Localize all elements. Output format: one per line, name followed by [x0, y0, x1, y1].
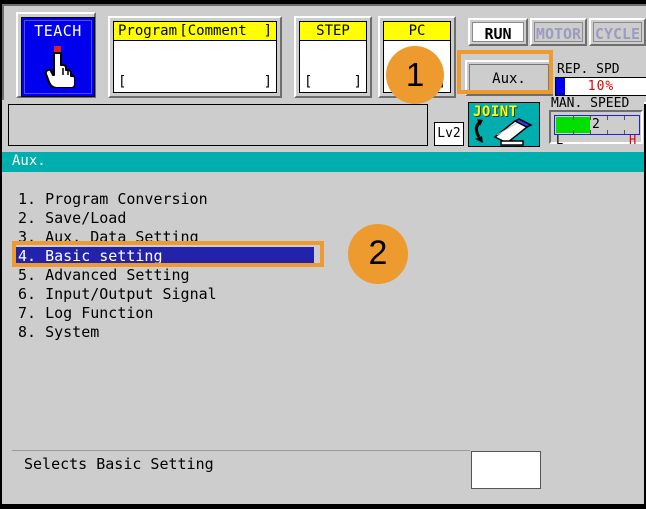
step-field-caption: STEP: [300, 22, 366, 41]
bottom-bar: Selects Basic Setting: [2, 438, 644, 504]
man-speed-tick: [607, 116, 608, 120]
menu-item-system[interactable]: 8. System: [2, 323, 644, 342]
menu-item-basic-setting[interactable]: 4. Basic setting: [16, 247, 314, 266]
teach-pendant-screen: TEACH Program [Comment ] [] STEP [] PC…: [0, 0, 646, 509]
motor-status-button[interactable]: MOTOR: [530, 18, 587, 46]
rep-speed-bar[interactable]: 10%: [555, 77, 646, 96]
man-speed-value: 2: [592, 117, 600, 132]
bottom-divider: [12, 450, 470, 451]
man-speed-tick: [590, 130, 591, 134]
panel-title-bar: Aux.: [2, 152, 644, 172]
menu-item-save-load[interactable]: 2. Save/Load: [2, 209, 644, 228]
program-caption-left: Program: [118, 23, 178, 39]
rep-speed-label: REP. SPD: [557, 62, 620, 77]
program-value-left: [: [118, 74, 127, 90]
menu-item-log-function[interactable]: 7. Log Function: [2, 304, 644, 323]
man-speed-widget[interactable]: 2 L H: [549, 110, 643, 147]
annotation-badge-2: 2: [348, 224, 408, 284]
step-value-left: [: [304, 74, 313, 90]
entry-box[interactable]: [471, 451, 541, 489]
header-bar: TEACH Program [Comment ] [] STEP [] PC…: [2, 4, 646, 104]
cycle-status-label: CYCLE: [594, 25, 641, 43]
cycle-status-face: CYCLE: [593, 22, 642, 43]
teach-mode-key[interactable]: TEACH: [16, 12, 96, 98]
program-caption-right: [Comment ]: [179, 23, 272, 39]
man-speed-bar: 2: [554, 115, 640, 135]
menu-item-advanced-setting[interactable]: 5. Advanced Setting: [2, 266, 644, 285]
run-status-face: RUN: [472, 22, 524, 43]
step-field-inner: STEP [ ]: [299, 21, 367, 93]
message-box: [8, 104, 428, 146]
pointing-hand-icon: [22, 44, 94, 89]
man-speed-tick: [624, 116, 625, 120]
step-field[interactable]: STEP [ ]: [294, 16, 372, 98]
man-speed-tick: [573, 130, 574, 134]
menu-item-input-output-signal[interactable]: 6. Input/Output Signal: [2, 285, 644, 304]
program-field-value: [ ]: [118, 74, 272, 90]
level-indicator[interactable]: Lv2: [434, 122, 464, 146]
man-speed-tick: [624, 130, 625, 134]
teach-key-face: TEACH: [21, 17, 95, 97]
program-field[interactable]: Program [Comment ] [ ]: [108, 16, 282, 98]
teach-key-label: TEACH: [34, 22, 82, 40]
program-field-caption: Program [Comment ]: [114, 22, 276, 41]
robot-arm-icon: [471, 117, 539, 146]
aux-menu-list: 1. Program Conversion 2. Save/Load 3. Au…: [2, 190, 644, 342]
rep-speed-value: 10%: [587, 79, 615, 94]
annotation-badge-1: 1: [386, 46, 444, 104]
program-field-inner: Program [Comment ] [ ]: [113, 21, 277, 93]
aux-button-label: Aux.: [469, 64, 549, 92]
man-speed-low-label: L: [556, 133, 564, 147]
hint-text: Selects Basic Setting: [24, 455, 214, 473]
motor-status-label: MOTOR: [535, 25, 582, 43]
run-status-label: RUN: [484, 25, 512, 43]
page-title: Aux.: [12, 153, 46, 169]
aux-button[interactable]: Aux.: [465, 60, 553, 96]
motion-mode-indicator[interactable]: JOINT: [468, 102, 540, 147]
program-value-right: ]: [263, 74, 272, 90]
man-speed-tick: [573, 116, 574, 120]
motor-status-face: MOTOR: [534, 22, 583, 43]
status-row: Lv2 JOINT: [2, 100, 644, 152]
man-speed-tick: [607, 130, 608, 134]
run-status-button[interactable]: RUN: [468, 18, 528, 46]
step-value-right: ]: [353, 74, 362, 90]
menu-item-program-conversion[interactable]: 1. Program Conversion: [2, 190, 644, 209]
man-speed-label: MAN. SPEED: [551, 96, 630, 111]
cycle-status-button[interactable]: CYCLE: [589, 18, 646, 46]
step-field-value: [ ]: [304, 74, 362, 90]
main-panel: Aux. 1. Program Conversion 2. Save/Load …: [2, 152, 644, 438]
man-speed-high-label: H: [629, 133, 637, 147]
menu-item-aux-data-setting[interactable]: 3. Aux. Data Setting: [2, 228, 644, 247]
man-speed-tick: [590, 116, 591, 120]
pc-field-caption: PC: [384, 22, 450, 41]
